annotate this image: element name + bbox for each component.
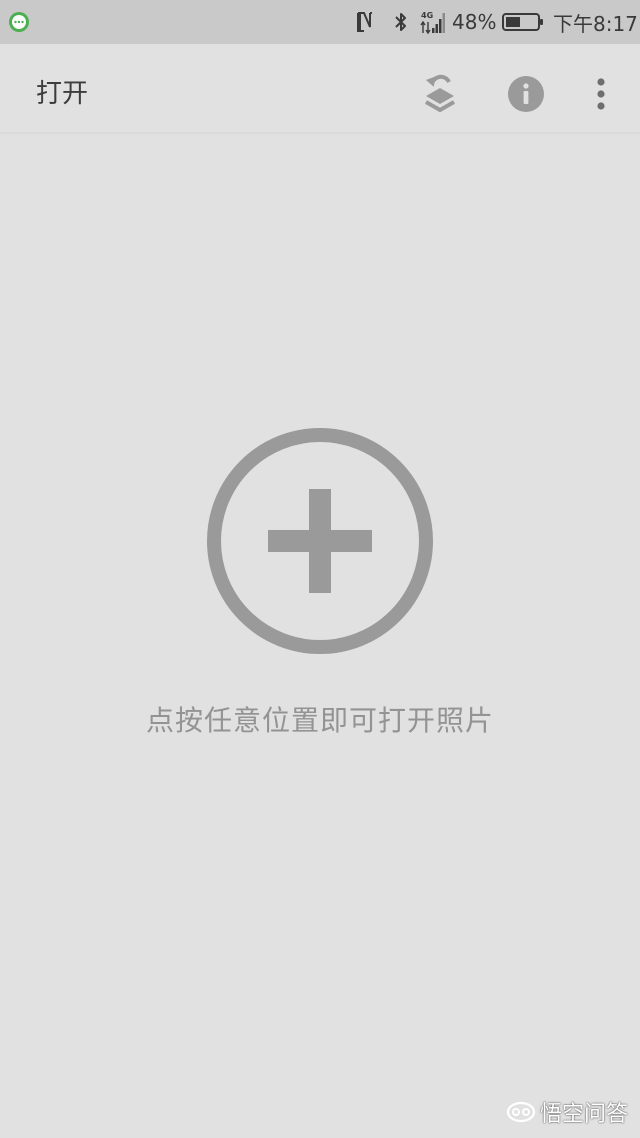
info-icon (508, 76, 544, 112)
watermark-text: 悟空问答 (539, 1102, 628, 1127)
clock-time: 下午8:17 (553, 11, 638, 36)
battery-percent: 48% (452, 10, 497, 34)
app-bar: 打开 (0, 44, 640, 133)
chat-notification-icon (9, 12, 29, 32)
main-content: 点按任意位置即可打开照片 (0, 133, 640, 1138)
battery-icon (502, 0, 544, 44)
bluetooth-icon (392, 0, 410, 44)
nfc-icon (354, 0, 376, 44)
layers-swap-button[interactable] (412, 66, 468, 122)
info-button[interactable] (498, 66, 554, 122)
svg-text:4G: 4G (421, 11, 433, 20)
open-photo-area[interactable]: 点按任意位置即可打开照片 (0, 133, 640, 1138)
add-circle-icon[interactable] (205, 426, 435, 656)
more-vert-icon (597, 78, 605, 110)
layers-swap-icon (425, 74, 455, 112)
page-title: 打开 (36, 79, 89, 109)
watermark: 悟空问答 (506, 1096, 628, 1128)
signal-4g-icon: 4G (420, 0, 446, 44)
open-photo-hint: 点按任意位置即可打开照片 (145, 704, 494, 737)
wukong-logo-icon (506, 1101, 536, 1123)
more-options-button[interactable] (573, 66, 629, 122)
status-bar: 4G 48% 下午8:17 (0, 0, 640, 44)
